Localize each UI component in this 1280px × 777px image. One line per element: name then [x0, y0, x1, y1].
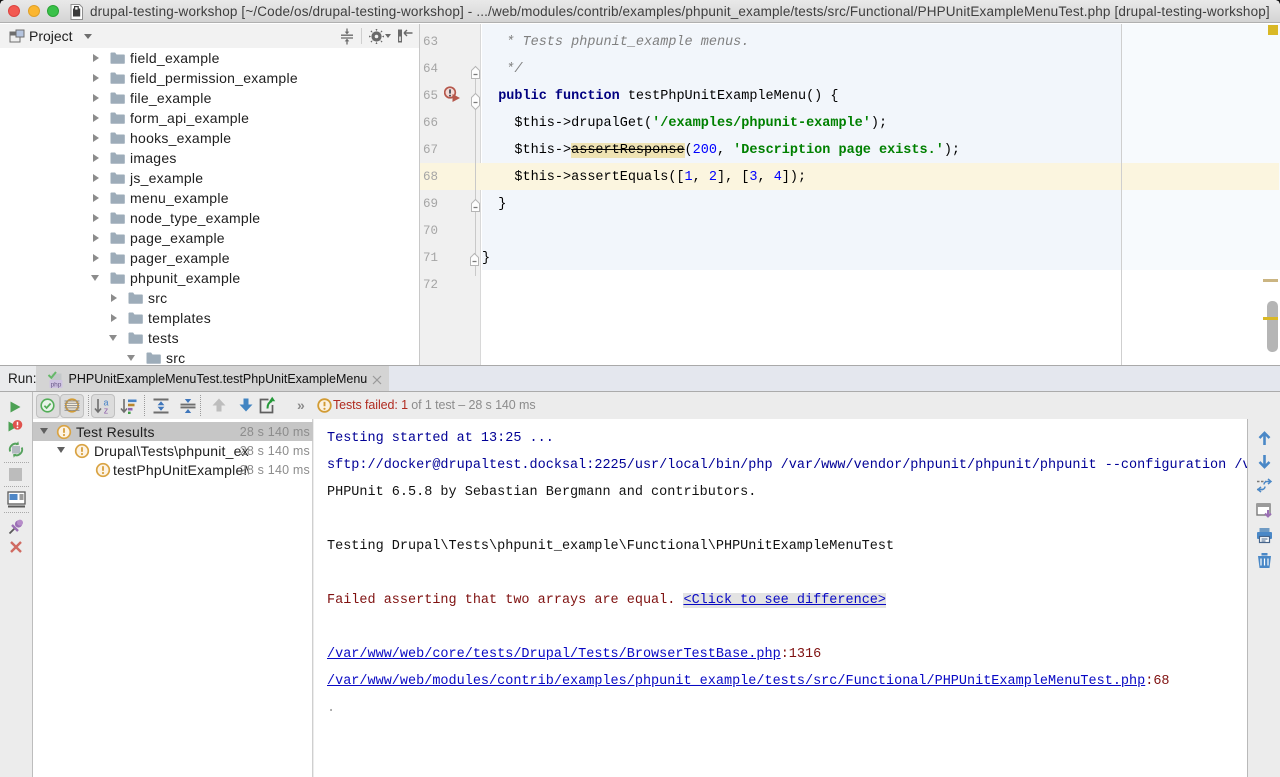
svg-text:z: z — [104, 405, 109, 414]
svg-text:php: php — [51, 382, 62, 389]
